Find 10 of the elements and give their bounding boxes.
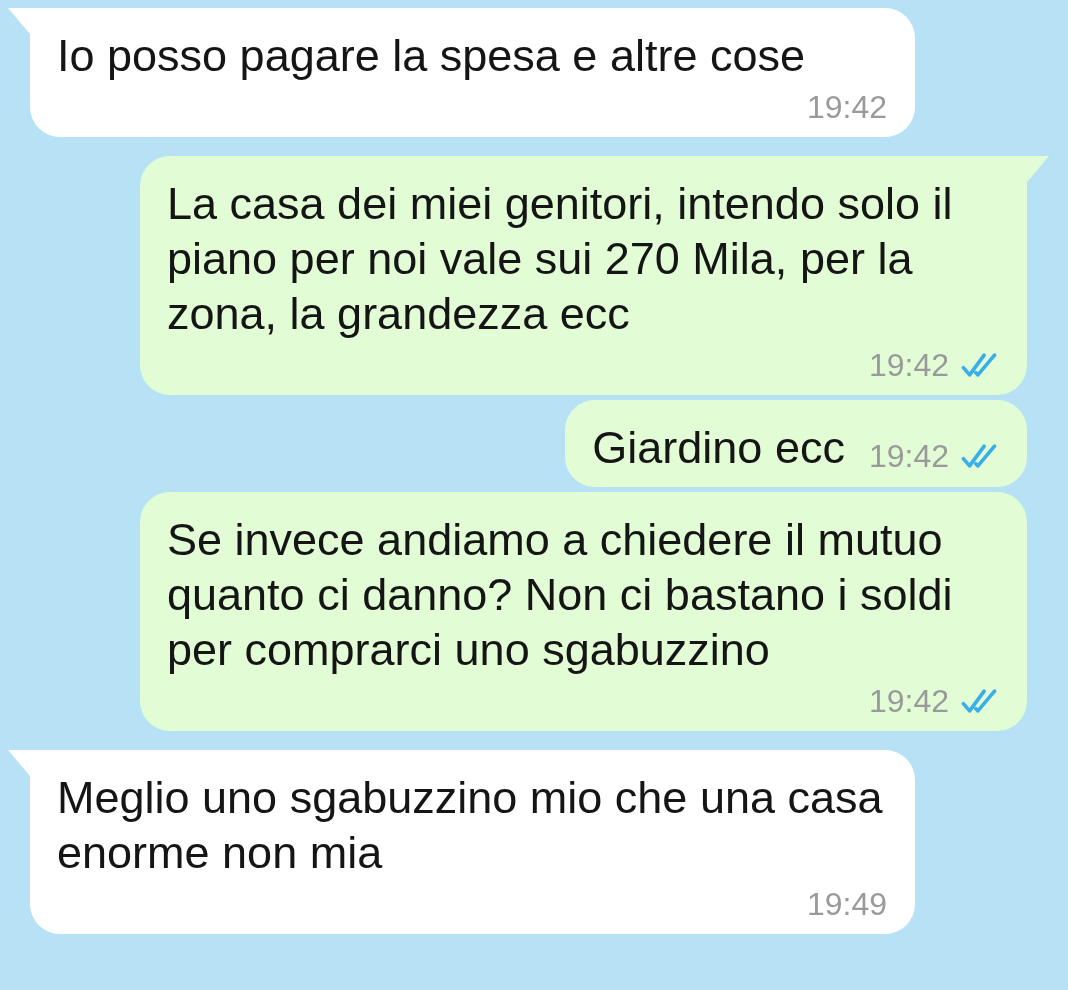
message-text: Giardino ecc — [592, 421, 845, 475]
message-time: 19:49 — [806, 886, 887, 922]
message-text: La casa dei miei genitori, intendo solo il piano per noi vale sui 270 Mila, per la zona, la grandezza ecc — [167, 177, 954, 341]
message-text: Se invece andiamo a chiedere il mutuo quanto ci danno? Non ci bastano i soldi per comprarci uno sgabuzzino — [167, 513, 954, 677]
message-time: 19:42 — [868, 347, 949, 383]
message-text: Io posso pagare la spesa e altre cose — [57, 29, 806, 83]
message-text: Meglio uno sgabuzzino mio che una casa enorme non mia — [57, 771, 884, 880]
message-time: 19:42 — [868, 438, 949, 474]
message-time: 19:42 — [806, 89, 887, 125]
message-time: 19:42 — [868, 683, 949, 719]
